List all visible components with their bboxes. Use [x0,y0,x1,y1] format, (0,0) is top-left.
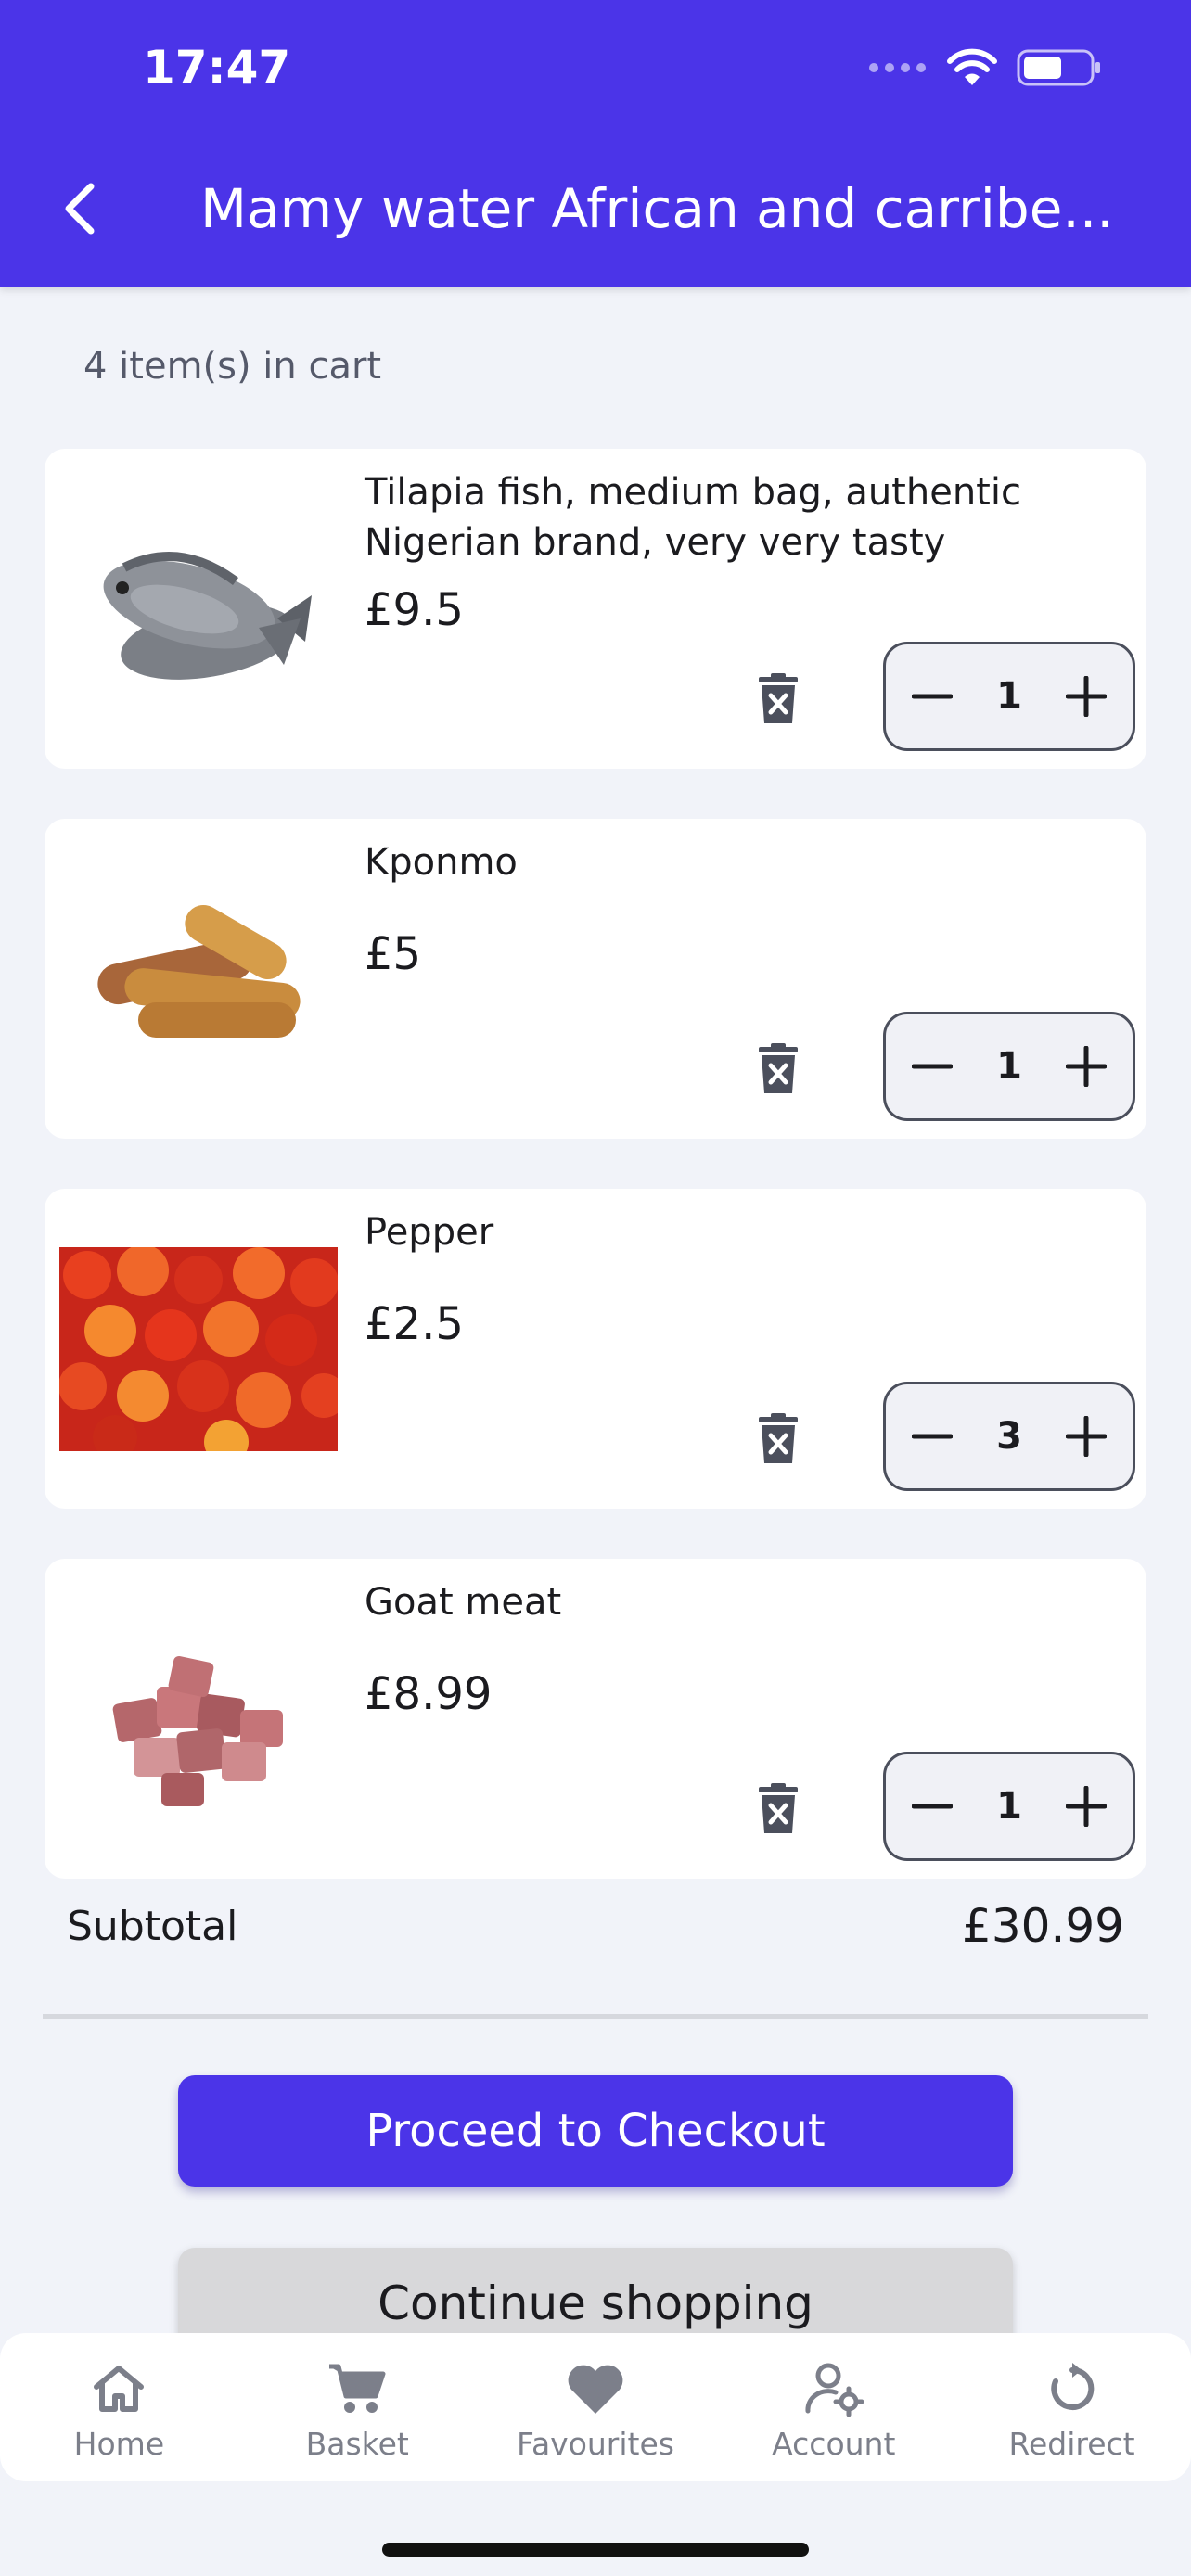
goat-meat-image [59,1603,338,1835]
minus-icon [912,1434,953,1439]
back-button[interactable] [52,176,108,241]
cellular-signal-icon [869,63,926,72]
home-indicator [382,2543,809,2557]
app-header: 17:47 Mamy water African and carribe... [0,0,1191,287]
minus-icon [912,1064,953,1069]
item-price: £2.5 [365,1298,464,1350]
quantity-value: 1 [996,1045,1022,1088]
cart-item-count: 4 item(s) in cart [83,345,382,388]
tab-account[interactable]: Account [714,2333,953,2481]
subtotal-label: Subtotal [67,1903,238,1950]
item-name: Kponmo [365,841,518,884]
tab-favourites[interactable]: Favourites [477,2333,715,2481]
quantity-value: 3 [996,1415,1022,1458]
subtotal-value: £30.99 [962,1899,1124,1953]
cart-item-card: Kponmo £5 1 [45,819,1146,1139]
item-name: Pepper [365,1211,494,1254]
delete-icon[interactable] [757,1783,800,1835]
quantity-value: 1 [996,675,1022,718]
quantity-value: 1 [996,1785,1022,1828]
bottom-tab-bar: Home Basket Favourites Account Redirect [0,2333,1191,2481]
tab-label: Home [73,2426,165,2462]
tab-label: Redirect [1008,2426,1135,2462]
page-title: Mamy water African and carribe... [200,177,1114,240]
item-price: £5 [365,928,422,980]
increase-quantity-button[interactable] [1060,1410,1112,1462]
item-name: Tilapia fish, medium bag, authentic Nige… [365,471,1021,564]
delete-icon[interactable] [757,673,800,725]
decrease-quantity-button[interactable] [906,1040,958,1092]
quantity-stepper: 1 [883,1012,1135,1121]
minus-icon [912,1804,953,1809]
increase-quantity-button[interactable] [1060,670,1112,722]
tab-label: Favourites [517,2426,674,2462]
heart-icon [568,2365,623,2414]
increase-quantity-button[interactable] [1060,1780,1112,1832]
divider [43,2014,1148,2019]
tab-label: Account [772,2426,896,2462]
quantity-stepper: 1 [883,1752,1135,1861]
plus-icon [1066,676,1107,717]
redirect-icon [1050,2363,1094,2410]
decrease-quantity-button[interactable] [906,1410,958,1462]
delete-icon[interactable] [757,1413,800,1465]
decrease-quantity-button[interactable] [906,670,958,722]
item-name: Goat meat [365,1581,562,1624]
item-price: £9.5 [365,584,464,636]
tab-home[interactable]: Home [0,2333,238,2481]
item-price: £8.99 [365,1668,493,1720]
tab-basket[interactable]: Basket [238,2333,477,2481]
decrease-quantity-button[interactable] [906,1780,958,1832]
increase-quantity-button[interactable] [1060,1040,1112,1092]
tab-label: Basket [305,2426,409,2462]
proceed-to-checkout-button[interactable]: Proceed to Checkout [178,2075,1013,2187]
status-icons [869,48,1102,87]
pepper-image [59,1233,338,1465]
quantity-stepper: 3 [883,1382,1135,1491]
account-settings-icon [805,2363,864,2417]
plus-icon [1066,1416,1107,1457]
tab-redirect[interactable]: Redirect [953,2333,1191,2481]
chevron-left-icon [65,183,95,235]
status-time: 17:47 [143,41,291,95]
kponmo-image [59,863,338,1095]
quantity-stepper: 1 [883,642,1135,751]
cart-item-card: Goat meat £8.99 1 [45,1559,1146,1879]
basket-icon [329,2364,386,2413]
cart-item-card: Tilapia fish, medium bag, authentic Nige… [45,449,1146,769]
cart-item-card: Pepper £2.5 3 [45,1189,1146,1509]
wifi-icon [947,48,997,85]
plus-icon [1066,1786,1107,1827]
tilapia-fish-image [59,493,338,725]
minus-icon [912,694,953,699]
home-icon [94,2366,145,2412]
battery-icon [1017,49,1100,86]
delete-icon[interactable] [757,1043,800,1095]
plus-icon [1066,1046,1107,1087]
